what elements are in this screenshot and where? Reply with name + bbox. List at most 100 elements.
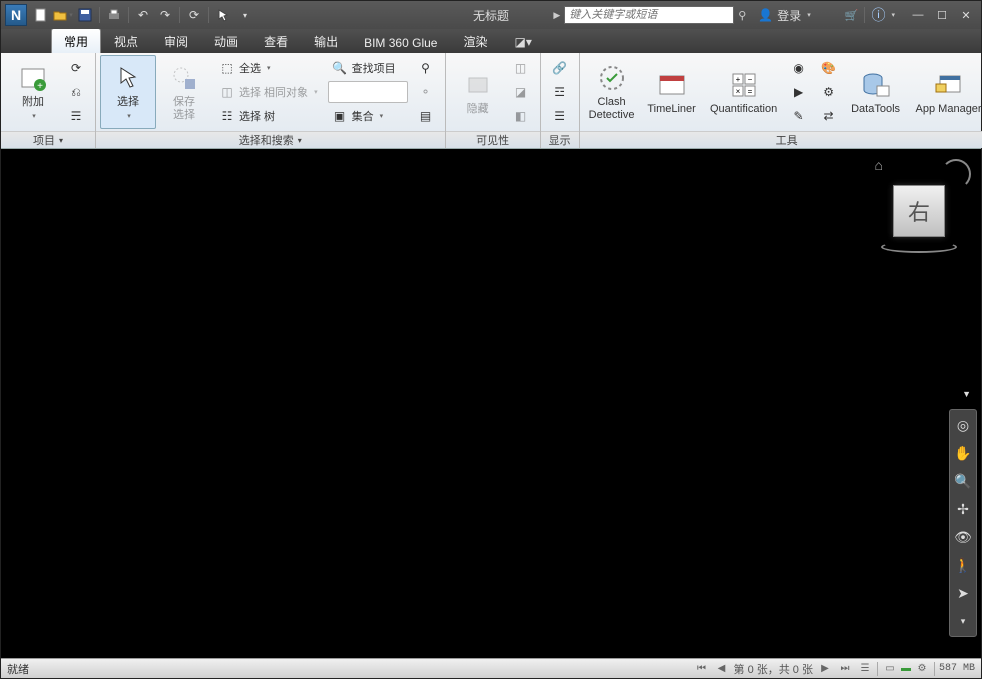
new-icon[interactable] [31,5,51,25]
require-icon: ◧ [513,108,529,124]
unhide-button[interactable]: ◪ [509,81,533,103]
require-button[interactable]: ◧ [509,105,533,127]
viewcube[interactable]: 右 [893,185,945,237]
append-button[interactable]: + 附加▾ [5,55,61,129]
tab-review[interactable]: 审阅 [151,28,201,53]
hide-button[interactable]: 隐藏 [450,55,506,129]
scripter-button[interactable]: ✎ [787,105,811,127]
walk-icon[interactable]: 🚶 [952,554,974,576]
profiler-icon: 🎨 [821,60,837,76]
svg-text:−: − [747,75,752,84]
statusbar: 就绪 ⏮ ◀ 第 0 张，共 0 张 ▶ ⏭ ☰ ▭ ▬ ⚙ 587 MB [1,658,981,678]
sheet-first-icon[interactable]: ⏮ [694,662,710,676]
sheet-browser-icon[interactable]: ☰ [857,662,873,676]
save-selection-button[interactable]: 保存 选择 [156,55,212,129]
select-button[interactable]: 选择▾ [100,55,156,129]
sheet-counter: 第 0 张，共 0 张 [734,661,813,677]
navbar-expand-icon[interactable]: ▼ [962,389,971,399]
batch-utility-button[interactable]: ⚙ [817,81,841,103]
redo-icon[interactable]: ↷ [155,5,175,25]
look-icon[interactable]: 👁 [952,526,974,548]
viewport[interactable]: ⌂ 右 ▼ ◎ ✋ 🔍 ✢ 👁 🚶 ➤ ▾ [1,149,981,658]
scripter-icon: ✎ [791,108,807,124]
hide-unsel-icon: ◫ [513,60,529,76]
tab-animation[interactable]: 动画 [201,28,251,53]
properties-button[interactable]: ☰ [548,105,572,127]
selection-tree-button[interactable]: ☷选择 树 [215,105,322,127]
quick-find-input[interactable] [328,81,408,103]
tab-extra-button[interactable]: ◪▾ [508,31,537,53]
login-button[interactable]: 👤 登录 ▾ [758,7,810,24]
sheet-next-icon[interactable]: ▶ [817,662,833,676]
tab-viewpoint[interactable]: 视点 [101,28,151,53]
select-same-button[interactable]: ◫选择 相同对象▾ [215,81,322,103]
help-icon[interactable]: ⓘ [871,5,885,25]
zoom-icon[interactable]: 🔍 [952,470,974,492]
find-filter-button[interactable]: ⚬ [414,81,438,103]
qat-more-icon[interactable]: ▾ [235,5,255,25]
appearance-profiler-button[interactable]: 🎨 [817,57,841,79]
sets-manage-button[interactable]: ▤ [414,105,438,127]
app-manager-button[interactable]: App Manager [908,55,982,129]
animator-button[interactable]: ▶ [787,81,811,103]
autodesk-rendering-button[interactable]: ◉ [787,57,811,79]
quick-access-toolbar: ▾ ↶ ↷ ⟳ ▾ [31,5,255,25]
select-all-icon: ⬚ [219,60,235,76]
search-icon: ⚲ [418,60,434,76]
quantification-button[interactable]: +−×= Quantification [704,55,784,129]
links-button[interactable]: 🔗 [548,57,572,79]
viewcube-compass-icon[interactable] [941,159,971,189]
close-button[interactable]: ✕ [955,6,977,24]
perf-indicator-2-icon[interactable]: ▬ [898,662,914,676]
sheet-last-icon[interactable]: ⏭ [837,662,853,676]
pan-icon[interactable]: ✋ [952,442,974,464]
quick-props-button[interactable]: ☲ [548,81,572,103]
file-options-button[interactable]: ☴ [64,105,88,127]
timeliner-icon [656,69,688,101]
hide-unselected-button[interactable]: ◫ [509,57,533,79]
undo-icon[interactable]: ↶ [133,5,153,25]
tab-render[interactable]: 渲染 [450,28,500,53]
maximize-button[interactable]: ☐ [931,6,953,24]
open-icon[interactable]: ▾ [53,5,73,25]
tab-view[interactable]: 查看 [251,28,301,53]
app-menu-button[interactable]: N [5,4,27,26]
render-icon: ◉ [791,60,807,76]
batch-icon: ⚙ [821,84,837,100]
minimize-button[interactable]: — [907,6,929,24]
infocenter-icon[interactable]: ⚲ [738,9,746,22]
search-chevron-icon[interactable]: ▶ [553,10,560,21]
cursor-icon [112,62,144,94]
sets-dropdown[interactable]: ▣集合▾ [328,105,408,127]
tab-output[interactable]: 输出 [301,28,351,53]
svg-text:+: + [37,81,43,92]
pointer-icon[interactable] [213,5,233,25]
tab-home[interactable]: 常用 [51,28,101,53]
compare-button[interactable]: ⇄ [817,105,841,127]
perf-toggle-icon[interactable]: ⚙ [914,662,930,676]
exchange-icon[interactable]: 🛒 [845,9,859,22]
find-items-button[interactable]: 🔍查找项目 [328,57,408,79]
steering-wheel-icon[interactable]: ◎ [952,414,974,436]
navbar-more-icon[interactable]: ▾ [952,610,974,632]
select-all-button[interactable]: ⬚全选▾ [215,57,322,79]
sheet-prev-icon[interactable]: ◀ [714,662,730,676]
refresh-model-button[interactable]: ⟳ [64,57,88,79]
search-input[interactable] [564,6,734,24]
timeliner-button[interactable]: TimeLiner [640,55,704,129]
clash-detective-button[interactable]: Clash Detective [584,55,640,129]
viewcube-base[interactable] [881,241,957,253]
select-same-icon: ◫ [219,84,235,100]
orbit-icon[interactable]: ✢ [952,498,974,520]
viewcube-home-icon[interactable]: ⌂ [875,157,883,173]
hide-icon [462,69,494,101]
datatools-button[interactable]: DataTools [844,55,908,129]
tab-bim360[interactable]: BIM 360 Glue [351,31,450,53]
find-next-button[interactable]: ⚲ [414,57,438,79]
refresh-icon[interactable]: ⟳ [184,5,204,25]
reset-button[interactable]: ⎌ [64,81,88,103]
select-nav-icon[interactable]: ➤ [952,582,974,604]
print-icon[interactable] [104,5,124,25]
save-icon[interactable] [75,5,95,25]
perf-indicator-1-icon[interactable]: ▭ [882,662,898,676]
